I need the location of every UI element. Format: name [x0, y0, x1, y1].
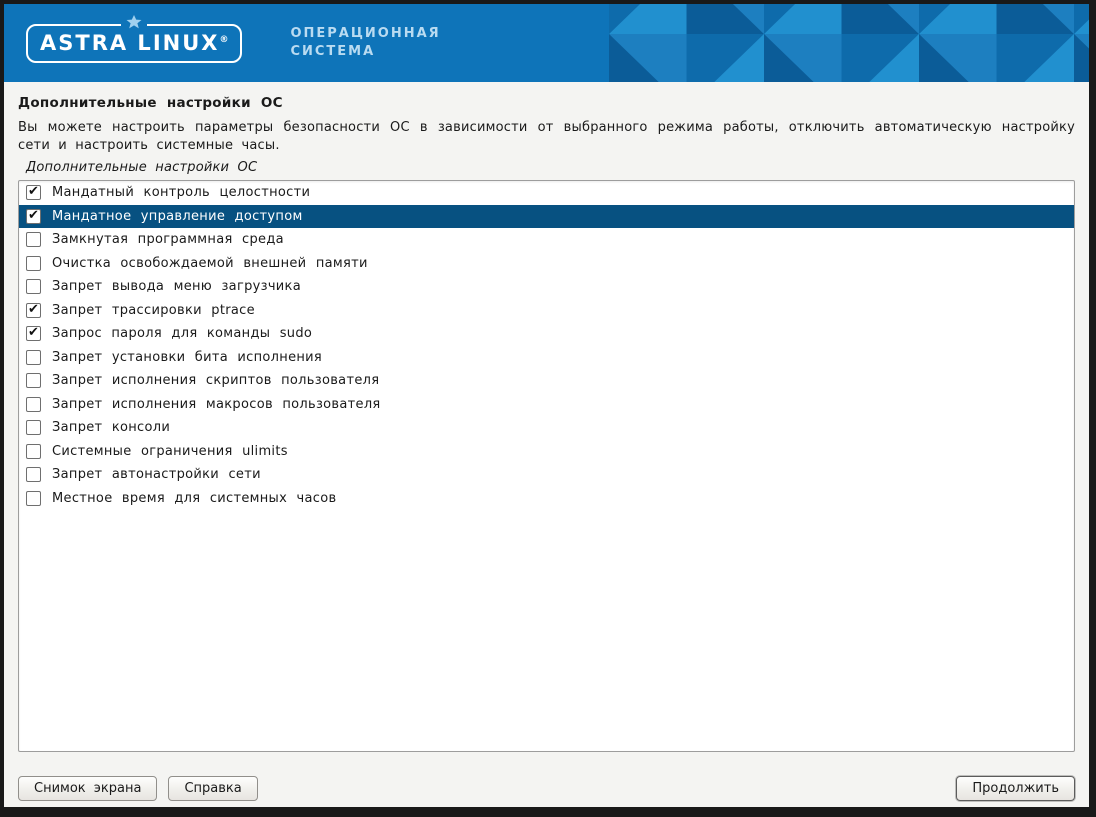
- list-item[interactable]: Запрет исполнения скриптов пользователя: [19, 369, 1074, 393]
- list-item-label: Очистка освобождаемой внешней памяти: [52, 256, 368, 271]
- geometric-pattern-decoration: [609, 4, 1089, 82]
- list-item-label: Мандатное управление доступом: [52, 209, 303, 224]
- list-item-label: Системные ограничения ulimits: [52, 444, 288, 459]
- list-item[interactable]: Запрет исполнения макросов пользователя: [19, 393, 1074, 417]
- logo-text: ASTRA LINUX: [40, 31, 219, 55]
- list-item-label: Запрет исполнения скриптов пользователя: [52, 373, 379, 388]
- list-item-label: Замкнутая программная среда: [52, 232, 284, 247]
- list-item[interactable]: Запрос пароля для команды sudo: [19, 322, 1074, 346]
- help-button[interactable]: Справка: [168, 776, 257, 801]
- main-content: Дополнительные настройки ОС Вы можете на…: [4, 82, 1089, 807]
- list-item-label: Запрос пароля для команды sudo: [52, 326, 312, 341]
- product-name: ОПЕРАЦИОННАЯ СИСТЕМА: [290, 25, 440, 61]
- checkbox-icon[interactable]: [26, 326, 41, 341]
- list-caption: Дополнительные настройки ОС: [18, 160, 1075, 175]
- installer-window: ASTRA LINUX® ОПЕРАЦИОННАЯ СИСТЕМА Дополн…: [0, 0, 1096, 817]
- page-description: Вы можете настроить параметры безопаснос…: [18, 119, 1075, 155]
- checkbox-icon[interactable]: [26, 185, 41, 200]
- registered-mark: ®: [219, 35, 228, 45]
- installer-frame: ASTRA LINUX® ОПЕРАЦИОННАЯ СИСТЕМА Дополн…: [4, 4, 1089, 807]
- list-item-label: Запрет консоли: [52, 420, 170, 435]
- product-line-2: СИСТЕМА: [290, 43, 440, 61]
- checkbox-icon[interactable]: [26, 491, 41, 506]
- checkbox-icon[interactable]: [26, 350, 41, 365]
- list-item[interactable]: Местное время для системных часов: [19, 487, 1074, 511]
- list-item[interactable]: Запрет автонастройки сети: [19, 463, 1074, 487]
- list-item[interactable]: Системные ограничения ulimits: [19, 440, 1074, 464]
- list-item-label: Запрет установки бита исполнения: [52, 350, 322, 365]
- footer-left-buttons: Снимок экрана Справка: [18, 776, 258, 801]
- checkbox-icon[interactable]: [26, 303, 41, 318]
- list-item[interactable]: Мандатный контроль целостности: [19, 181, 1074, 205]
- list-item[interactable]: Запрет трассировки ptrace: [19, 299, 1074, 323]
- installer-banner: ASTRA LINUX® ОПЕРАЦИОННАЯ СИСТЕМА: [4, 4, 1089, 82]
- checkbox-icon[interactable]: [26, 397, 41, 412]
- list-item[interactable]: Запрет вывода меню загрузчика: [19, 275, 1074, 299]
- checkbox-icon[interactable]: [26, 373, 41, 388]
- continue-button[interactable]: Продолжить: [956, 776, 1075, 801]
- checkbox-icon[interactable]: [26, 420, 41, 435]
- list-item[interactable]: Очистка освобождаемой внешней памяти: [19, 252, 1074, 276]
- star-icon: [121, 15, 147, 29]
- list-item[interactable]: Мандатное управление доступом: [19, 205, 1074, 229]
- list-item-label: Запрет исполнения макросов пользователя: [52, 397, 381, 412]
- list-item[interactable]: Запрет консоли: [19, 416, 1074, 440]
- page-title: Дополнительные настройки ОС: [18, 82, 1075, 111]
- list-item-label: Мандатный контроль целостности: [52, 185, 310, 200]
- list-item-label: Местное время для системных часов: [52, 491, 336, 506]
- checkbox-icon[interactable]: [26, 256, 41, 271]
- checkbox-icon[interactable]: [26, 279, 41, 294]
- product-line-1: ОПЕРАЦИОННАЯ: [290, 25, 440, 43]
- list-item-label: Запрет трассировки ptrace: [52, 303, 255, 318]
- list-item[interactable]: Замкнутая программная среда: [19, 228, 1074, 252]
- footer-bar: Снимок экрана Справка Продолжить: [18, 776, 1075, 801]
- checkbox-icon[interactable]: [26, 444, 41, 459]
- astra-linux-logo: ASTRA LINUX®: [26, 24, 242, 63]
- list-item-label: Запрет вывода меню загрузчика: [52, 279, 301, 294]
- screenshot-button[interactable]: Снимок экрана: [18, 776, 157, 801]
- checkbox-icon[interactable]: [26, 209, 41, 224]
- options-listbox: Мандатный контроль целостности Мандатное…: [18, 180, 1075, 752]
- list-item-label: Запрет автонастройки сети: [52, 467, 261, 482]
- checkbox-icon[interactable]: [26, 232, 41, 247]
- checkbox-icon[interactable]: [26, 467, 41, 482]
- list-item[interactable]: Запрет установки бита исполнения: [19, 346, 1074, 370]
